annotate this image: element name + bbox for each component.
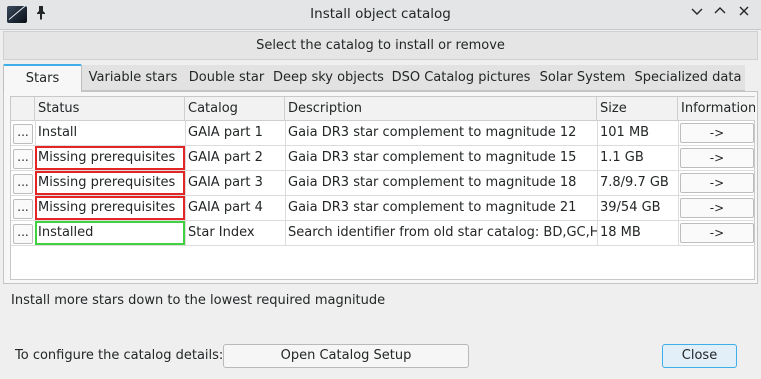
description-cell: Gaia DR3 star complement to magnitude 12	[288, 125, 577, 140]
close-button[interactable]: Close	[662, 344, 737, 368]
catalog-cell: GAIA part 3	[188, 175, 263, 190]
information-button[interactable]: ->	[680, 198, 754, 218]
tab-variable-stars[interactable]: Variable stars	[82, 65, 184, 91]
status-cell: Install	[38, 125, 78, 140]
status-cell: Missing prerequisites	[38, 150, 176, 165]
column-header-description[interactable]: Description	[285, 97, 597, 121]
row-options-button[interactable]: ...	[13, 199, 33, 219]
row-options-button[interactable]: ...	[13, 149, 33, 169]
tab-deep-sky-objects[interactable]: Deep sky objects	[269, 65, 388, 91]
catalog-cell: Star Index	[188, 225, 255, 240]
chevron-down-icon[interactable]	[688, 5, 706, 23]
open-catalog-setup-button[interactable]: Open Catalog Setup	[223, 344, 469, 368]
size-cell: 18 MB	[600, 225, 641, 240]
size-cell: 39/54 GB	[600, 200, 661, 215]
window-title: Install object catalog	[310, 6, 451, 22]
catalog-cell: GAIA part 4	[188, 200, 263, 215]
tab-stars[interactable]: Stars	[3, 64, 82, 92]
status-cell: Installed	[38, 225, 94, 240]
column-header-size[interactable]: Size	[597, 97, 678, 121]
size-cell: 7.8/9.7 GB	[600, 175, 669, 190]
tab-specialized-data[interactable]: Specialized data	[631, 65, 745, 91]
description-cell: Gaia DR3 star complement to magnitude 18	[288, 175, 577, 190]
close-icon[interactable]	[735, 5, 753, 23]
tab-label: Variable stars	[88, 70, 178, 85]
information-button[interactable]: ->	[680, 223, 754, 243]
information-button[interactable]: ->	[680, 148, 754, 168]
column-header-status[interactable]: Status	[35, 97, 185, 121]
description-cell: Gaia DR3 star complement to magnitude 15	[288, 150, 577, 165]
catalog-cell: GAIA part 1	[188, 125, 263, 140]
tab-label: Solar System	[539, 70, 626, 85]
tab-double-star[interactable]: Double star	[184, 65, 269, 91]
catalog-header: Select the catalog to install or remove	[3, 31, 758, 60]
tab-label: Double star	[188, 70, 265, 85]
status-cell: Missing prerequisites	[38, 175, 176, 190]
row-options-button[interactable]: ...	[13, 224, 33, 244]
tab-label: Specialized data	[634, 70, 742, 85]
size-cell: 1.1 GB	[600, 150, 644, 165]
column-header-catalog[interactable]: Catalog	[185, 97, 285, 121]
tab-solar-system[interactable]: Solar System	[534, 65, 631, 91]
tab-label: Stars	[25, 71, 60, 86]
tab-dso-catalog-pictures[interactable]: DSO Catalog pictures	[388, 65, 534, 91]
tab-label: Deep sky objects	[273, 70, 384, 85]
title-bar: Install object catalog	[0, 0, 761, 30]
tab-hint-text: Install more stars down to the lowest re…	[11, 293, 386, 308]
row-options-button[interactable]: ...	[13, 174, 33, 194]
description-cell: Search identifier from old star catalog:…	[288, 225, 597, 240]
catalog-cell: GAIA part 2	[188, 150, 263, 165]
information-button[interactable]: ->	[680, 173, 754, 193]
status-cell: Missing prerequisites	[38, 200, 176, 215]
row-options-button[interactable]: ...	[13, 124, 33, 144]
description-cell: Gaia DR3 star complement to magnitude 21	[288, 200, 577, 215]
tab-label: DSO Catalog pictures	[391, 70, 531, 85]
size-cell: 101 MB	[600, 125, 650, 140]
catalog-table: Status Catalog Description Size Informat…	[10, 96, 755, 280]
config-label: To configure the catalog details:	[15, 348, 224, 363]
column-header-information[interactable]: Information	[678, 97, 755, 121]
information-button[interactable]: ->	[680, 123, 754, 143]
stars-tab-panel: Status Catalog Description Size Informat…	[3, 91, 758, 284]
tab-bar: Stars Variable stars Double star Deep sk…	[3, 64, 758, 92]
chevron-up-icon[interactable]	[711, 5, 729, 23]
table-header-corner	[11, 97, 35, 121]
